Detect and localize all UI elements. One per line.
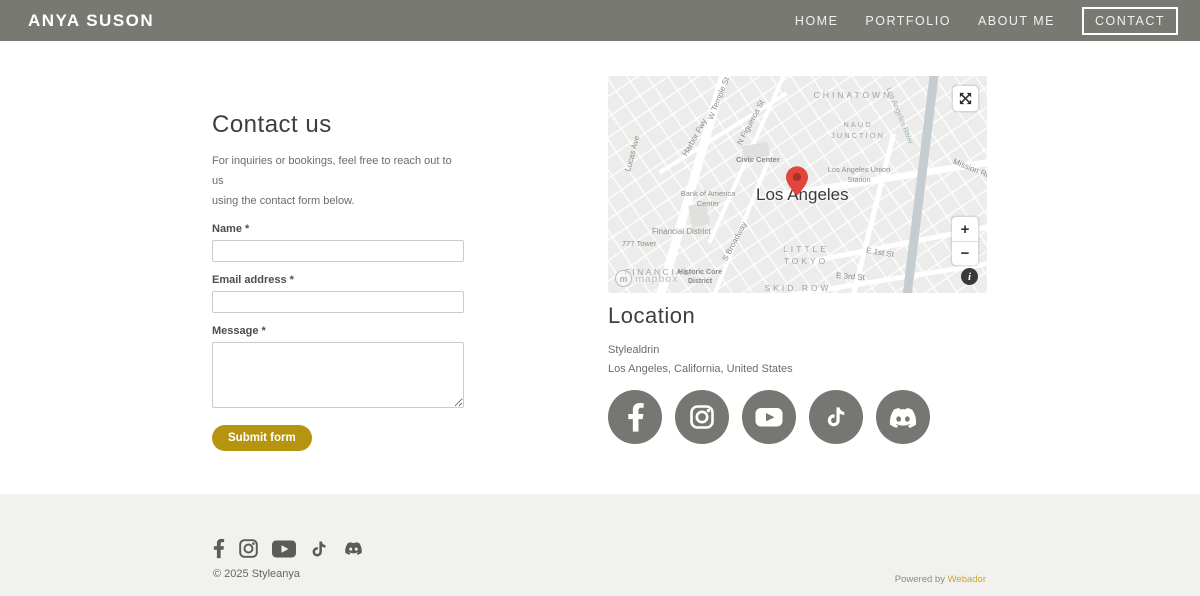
name-input[interactable] xyxy=(212,240,464,262)
map-region[interactable]: CHINATOWN NAUD JUNCTION Los Angeles Unio… xyxy=(608,76,987,293)
zoom-out-button[interactable]: − xyxy=(952,241,978,265)
message-textarea[interactable] xyxy=(212,342,464,408)
main-content: Contact us For inquiries or bookings, fe… xyxy=(0,41,1200,494)
message-label: Message * xyxy=(212,325,464,337)
page-title: Contact us xyxy=(212,111,464,139)
mapbox-wordmark: mapbox xyxy=(635,273,678,285)
header-bar: ANYA SUSON HOME PORTFOLIO ABOUT ME CONTA… xyxy=(0,0,1200,41)
powered-by: Powered by Webador xyxy=(895,574,986,585)
powered-by-text: Powered by xyxy=(895,574,948,585)
email-label: Email address * xyxy=(212,274,464,286)
footer: © 2025 Styleanya Powered by Webador xyxy=(0,494,1200,596)
facebook-button[interactable] xyxy=(608,390,662,444)
message-field-group: Message * xyxy=(212,325,464,413)
contact-form: Name * Email address * Message * Submit … xyxy=(212,223,464,451)
email-input[interactable] xyxy=(212,291,464,313)
nav-item-about-me[interactable]: ABOUT ME xyxy=(978,14,1055,28)
footer-facebook-button[interactable] xyxy=(213,538,225,559)
instagram-button[interactable] xyxy=(675,390,729,444)
footer-instagram-button[interactable] xyxy=(238,538,259,559)
zoom-in-button[interactable]: + xyxy=(952,217,978,241)
instagram-icon xyxy=(238,538,259,559)
copyright-text: © 2025 Styleanya xyxy=(213,568,300,580)
intro-text-line2: using the contact form below. xyxy=(212,191,464,211)
discord-icon xyxy=(342,539,365,558)
map-zoom-control: + − xyxy=(952,217,978,265)
map-label-lucas-ave: Lucas Ave xyxy=(623,135,641,173)
nav-item-contact[interactable]: CONTACT xyxy=(1082,7,1178,35)
map-marker-pin xyxy=(786,166,808,196)
youtube-button[interactable] xyxy=(742,390,796,444)
map-label-naud-junction: NAUD JUNCTION xyxy=(822,120,894,141)
map-label-chinatown: CHINATOWN xyxy=(798,90,908,102)
map-building xyxy=(742,142,770,160)
footer-social-links xyxy=(213,538,365,559)
location-address: Los Angeles, California, United States xyxy=(608,360,793,379)
mapbox-logo[interactable]: m mapbox xyxy=(615,270,678,287)
discord-button[interactable] xyxy=(876,390,930,444)
location-title: Location xyxy=(608,303,793,329)
social-links xyxy=(608,390,930,444)
page: ANYA SUSON HOME PORTFOLIO ABOUT ME CONTA… xyxy=(0,0,1200,596)
footer-discord-button[interactable] xyxy=(342,539,365,558)
map-attribution-info-button[interactable]: i xyxy=(961,268,978,285)
map-road xyxy=(650,76,730,293)
map-fullscreen-button[interactable] xyxy=(953,86,978,111)
footer-tiktok-button[interactable] xyxy=(309,539,329,559)
submit-button[interactable]: Submit form xyxy=(212,425,312,451)
nav-item-home[interactable]: HOME xyxy=(795,14,839,28)
map-label-777-tower: 777 Tower xyxy=(622,239,656,249)
location-name: Stylealdrin xyxy=(608,341,793,360)
tiktok-icon xyxy=(309,539,329,559)
youtube-icon xyxy=(272,540,296,558)
name-field-group: Name * xyxy=(212,223,464,262)
footer-youtube-button[interactable] xyxy=(272,540,296,558)
site-logo[interactable]: ANYA SUSON xyxy=(28,11,154,31)
map-road xyxy=(849,133,896,293)
nav-item-portfolio[interactable]: PORTFOLIO xyxy=(865,14,951,28)
map-river xyxy=(901,76,940,293)
webador-link[interactable]: Webador xyxy=(948,574,986,585)
location-section: Location Stylealdrin Los Angeles, Califo… xyxy=(608,303,793,379)
name-label: Name * xyxy=(212,223,464,235)
tiktok-button[interactable] xyxy=(809,390,863,444)
facebook-icon xyxy=(213,538,225,559)
fullscreen-icon xyxy=(958,91,973,106)
intro-text-line1: For inquiries or bookings, feel free to … xyxy=(212,151,464,191)
map-building xyxy=(688,203,710,228)
mapbox-logo-icon: m xyxy=(615,270,632,287)
main-nav: HOME PORTFOLIO ABOUT ME CONTACT xyxy=(795,7,1178,35)
email-field-group: Email address * xyxy=(212,274,464,313)
contact-section: Contact us For inquiries or bookings, fe… xyxy=(212,111,464,451)
discord-icon xyxy=(890,408,916,428)
